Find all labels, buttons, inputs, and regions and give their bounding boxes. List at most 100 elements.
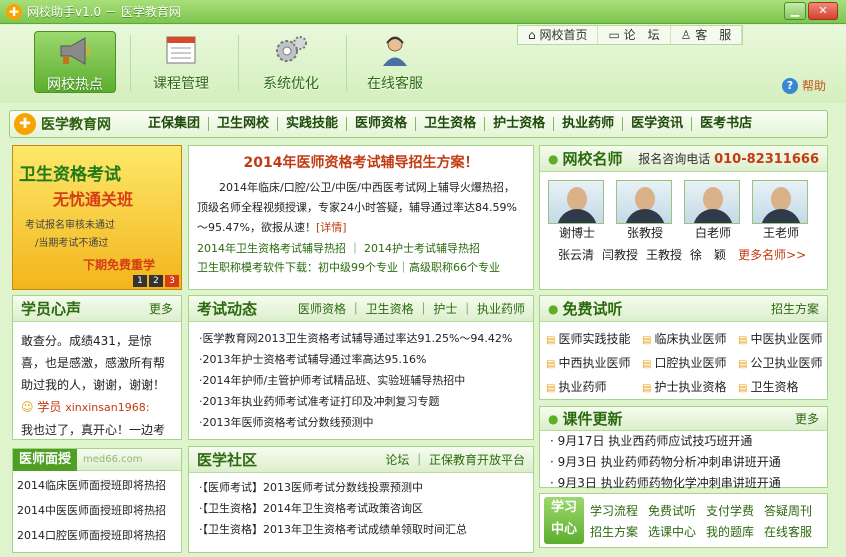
teacher-card[interactable]: 王老师 (752, 180, 810, 242)
teacher-photo (752, 180, 808, 224)
list-item[interactable]: ·【医师考试】2013医师考试分数线投票预测中 (199, 477, 523, 498)
teacher-card[interactable]: 白老师 (684, 180, 742, 242)
nav-course[interactable]: 课程管理 (140, 31, 222, 93)
community-link[interactable]: 正保教育开放平台 (429, 453, 525, 467)
exam-link[interactable]: 护士 (433, 302, 457, 316)
trial-item[interactable]: 卫生资格 (738, 376, 832, 400)
headline-link[interactable]: 卫生职称模考软件下载：初中级99个专业｜高级职称66个专业 (197, 260, 525, 276)
gears-icon (276, 36, 307, 62)
help-button[interactable]: ? 帮助 (781, 77, 826, 94)
forum-icon: ▭ (608, 28, 624, 42)
trial-item[interactable]: 中医执业医师 (738, 328, 832, 352)
trial-item[interactable]: 医师实践技能 (546, 328, 640, 352)
teacher-name: 白老师 (694, 226, 731, 240)
headline-panel: 2014年医师资格考试辅导招生方案！ 2014年临床/口腔/公卫/中医/中西医考… (188, 145, 534, 290)
list-item[interactable]: ·【卫生资格】2014年卫生资格考试政策咨询区 (199, 498, 523, 519)
exam-news-panel: 考试动态 医师资格 ｜ 卫生资格 ｜ 护士 ｜ 执业药师 ·医学教育网2013卫… (188, 295, 534, 440)
user-icon: ♙ (680, 28, 696, 42)
teacher-name[interactable]: 张云清 (558, 246, 594, 263)
trial-item[interactable]: 临床执业医师 (642, 328, 736, 352)
community-link[interactable]: 论坛 (385, 453, 409, 467)
headline-link[interactable]: 2014护士考试辅导热招 (364, 242, 480, 255)
list-item[interactable]: ·2014年护师/主管护师考试精品班、实验班辅导热招中 (199, 370, 523, 391)
nav-optimize[interactable]: 系统优化 (250, 31, 332, 93)
list-item[interactable]: ·2013年护士资格考试辅导通过率高达95.16% (199, 349, 523, 370)
study-link[interactable]: 选课中心 (648, 523, 696, 540)
list-item[interactable]: ·【卫生资格】2013年卫生资格考试成绩单领取时间汇总 (199, 519, 523, 540)
category-item[interactable]: 护士资格 (484, 117, 553, 131)
customer-service-icon (383, 36, 407, 66)
brand-logo-icon: ✚ (14, 113, 36, 135)
course-more-link[interactable]: 更多 (795, 410, 819, 427)
header: 网校热点 课程管理 系统优化 在线客服 ⌂ 网校首页 ▭ 论 坛 ♙ 客 服 ?… (0, 25, 846, 103)
teacher-name[interactable]: 徐 颖 (690, 246, 726, 263)
category-item[interactable]: 卫生资格 (415, 117, 484, 131)
list-item[interactable]: ·医学教育网2013卫生资格考试辅导通过率达91.25%～94.42% (199, 328, 523, 349)
exam-links: 医师资格 ｜ 卫生资格 ｜ 护士 ｜ 执业药师 (298, 302, 525, 316)
list-item[interactable]: · 9月17日 执业西药师应试技巧班开通 (550, 431, 817, 452)
trial-item[interactable]: 公卫执业医师 (738, 352, 832, 376)
banner-page[interactable]: 3 (165, 275, 179, 287)
headline-link[interactable]: 2014年卫生资格考试辅导热招 (197, 242, 346, 255)
brand[interactable]: ✚ 医学教育网 (10, 113, 140, 135)
teacher-card[interactable]: 张教授 (616, 180, 674, 242)
teacher-name[interactable]: 闫教授 (602, 246, 638, 263)
list-item[interactable]: 2014临床医师面授班即将热招 (17, 473, 177, 498)
study-link[interactable]: 学习流程 (590, 502, 638, 519)
community-links: 论坛 ｜ 正保教育开放平台 (385, 453, 525, 467)
banner-line: 无忧通关班 (53, 190, 134, 209)
exam-link[interactable]: 执业药师 (477, 302, 525, 316)
voice-title: 学员心声 (21, 300, 82, 318)
megaphone-icon (60, 37, 90, 65)
category-item[interactable]: 卫生网校 (208, 117, 277, 131)
list-item[interactable]: 2014口腔医师面授班即将热招 (17, 523, 177, 548)
list-item[interactable]: · 9月3日 执业药师药物分析冲刺串讲班开通 (550, 452, 817, 473)
trial-item[interactable]: 执业药师 (546, 376, 640, 400)
trial-more-link[interactable]: 招生方案 (771, 300, 819, 317)
trial-item[interactable]: 中西执业医师 (546, 352, 640, 376)
banner-line: 卫生资格考试 (19, 165, 121, 185)
teacher-name[interactable]: 王教授 (646, 246, 682, 263)
study-link[interactable]: 招生方案 (590, 523, 638, 540)
list-item[interactable]: · 9月3日 执业药师药物化学冲刺串讲班开通 (550, 473, 817, 494)
home-link[interactable]: ⌂ 网校首页 (518, 26, 599, 44)
study-link[interactable]: 我的题库 (706, 523, 754, 540)
nav-hot[interactable]: 网校热点 (34, 31, 116, 93)
study-link[interactable]: 在线客服 (764, 523, 812, 540)
exam-title: 考试动态 (197, 300, 258, 318)
voice-more-link[interactable]: 更多 (149, 300, 173, 317)
exam-link[interactable]: 卫生资格 (366, 302, 414, 316)
exam-link[interactable]: 医师资格 (298, 302, 346, 316)
study-link[interactable]: 答疑周刊 (764, 502, 812, 519)
support-link[interactable]: ♙ 客 服 (671, 26, 743, 44)
trial-item[interactable]: 口腔执业医师 (642, 352, 736, 376)
detail-link[interactable]: [详情] (316, 221, 347, 234)
promo-banner[interactable]: 卫生资格考试 无忧通关班 考试报名审核未通过 /当期考试不通过 下期免费重学 1… (12, 145, 182, 290)
category-item[interactable]: 医考书店 (691, 117, 760, 131)
category-item[interactable]: 医学资讯 (622, 117, 691, 131)
study-link[interactable]: 支付学费 (706, 502, 754, 519)
smile-icon: ☺ (21, 400, 34, 414)
category-item[interactable]: 医师资格 (346, 117, 415, 131)
trial-item[interactable]: 护士执业资格 (642, 376, 736, 400)
headline-body: 2014年临床/口腔/公卫/中医/中西医考试网上辅导火爆热招，顶级名师全程视频授… (197, 181, 517, 234)
close-button[interactable]: ✕ (808, 2, 838, 20)
list-item[interactable]: 2014中医医师面授班即将热招 (17, 498, 177, 523)
banner-page[interactable]: 1 (133, 275, 147, 287)
category-item[interactable]: 实践技能 (277, 117, 346, 131)
headline-title[interactable]: 2014年医师资格考试辅导招生方案！ (197, 152, 525, 172)
teacher-card[interactable]: 谢博士 (548, 180, 606, 242)
study-link[interactable]: 免费试听 (648, 502, 696, 519)
banner-page[interactable]: 2 (149, 275, 163, 287)
home-icon: ⌂ (528, 28, 540, 42)
list-item[interactable]: ·2013年医师资格考试分数线预测中 (199, 412, 523, 433)
category-item[interactable]: 执业药师 (553, 117, 622, 131)
forum-link[interactable]: ▭ 论 坛 (598, 26, 671, 44)
list-item[interactable]: ·2013年执业药师考试准考证打印及冲刺复习专题 (199, 391, 523, 412)
category-item[interactable]: 正保集团 (140, 117, 208, 131)
teacher-photo (684, 180, 740, 224)
nav-service[interactable]: 在线客服 (354, 31, 436, 93)
more-teachers-link[interactable]: 更多名师>> (738, 246, 806, 263)
minimize-button[interactable]: ▁ (784, 2, 806, 20)
voice-user: xinxinsan1968: (65, 401, 150, 414)
